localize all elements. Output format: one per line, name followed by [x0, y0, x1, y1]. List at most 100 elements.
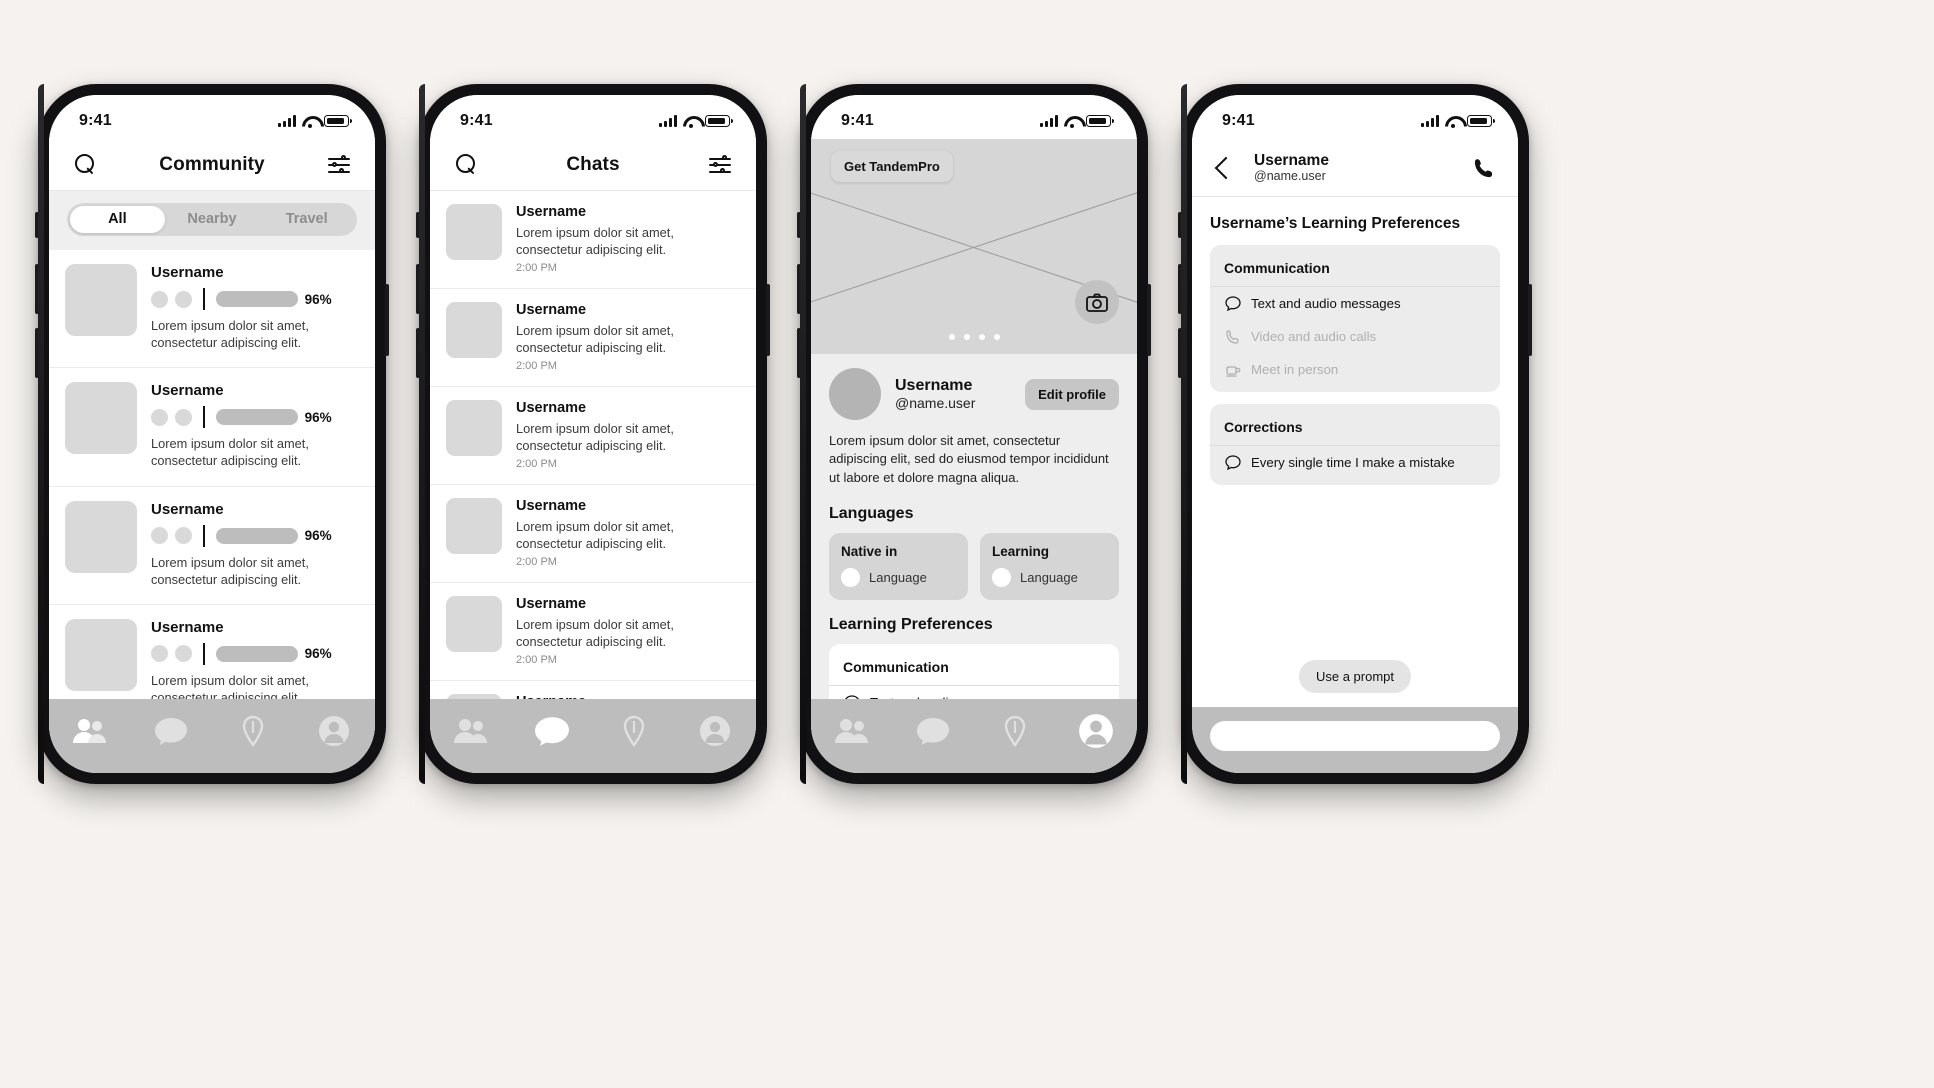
silent-switch[interactable] — [1178, 212, 1182, 238]
status-bar: 9:41 — [430, 95, 756, 139]
silent-switch[interactable] — [797, 212, 801, 238]
volume-down-button[interactable] — [416, 328, 420, 378]
match-meta: 96% — [151, 288, 359, 310]
tab-discover[interactable] — [993, 712, 1037, 750]
tab-chats[interactable] — [911, 712, 955, 750]
silent-switch[interactable] — [416, 212, 420, 238]
chat-list-item[interactable]: Username Lorem ipsum dolor sit amet, con… — [430, 583, 756, 682]
avatar — [446, 498, 502, 555]
match-progress-bar — [215, 291, 298, 307]
segment-travel[interactable]: Travel — [259, 206, 354, 233]
chats-list[interactable]: Username Lorem ipsum dolor sit amet, con… — [430, 191, 756, 699]
filter-button[interactable] — [706, 151, 734, 179]
preference-item[interactable]: Every single time I make a mistake — [1210, 446, 1500, 479]
tab-discover[interactable] — [612, 712, 656, 750]
language-flag-icon — [151, 527, 168, 545]
status-clock: 9:41 — [79, 112, 112, 129]
tab-profile[interactable] — [1074, 712, 1118, 750]
segment-all[interactable]: All — [70, 206, 165, 233]
chat-list-item[interactable]: Username Lorem ipsum dolor sit amet, con… — [430, 485, 756, 584]
silent-switch[interactable] — [35, 212, 39, 238]
battery-icon — [1467, 115, 1495, 127]
preference-item[interactable]: Meet in person — [1210, 353, 1500, 386]
tab-discover[interactable] — [231, 712, 275, 750]
tab-chats[interactable] — [149, 712, 193, 750]
search-button[interactable] — [71, 151, 99, 179]
tab-profile[interactable] — [693, 712, 737, 750]
message-input[interactable] — [1210, 721, 1500, 751]
community-list-item[interactable]: Username 96% Lorem ipsum dolor sit amet,… — [49, 250, 375, 369]
match-meta: 96% — [151, 406, 359, 429]
tab-community[interactable] — [68, 712, 112, 750]
volume-up-button[interactable] — [416, 264, 420, 314]
chat-list-item[interactable]: Username Lorem ipsum dolor sit amet, con… — [430, 387, 756, 486]
avatar[interactable] — [829, 368, 881, 420]
segment-nearby[interactable]: Nearby — [165, 206, 260, 233]
preferences-card: Corrections Every single time I make a m… — [1210, 404, 1500, 485]
language-name: Language — [869, 570, 927, 586]
filter-button[interactable] — [325, 151, 353, 179]
preference-item[interactable]: Text and audio messages — [829, 686, 1119, 699]
back-button[interactable] — [1212, 154, 1240, 182]
use-a-prompt-button[interactable]: Use a prompt — [1298, 660, 1412, 693]
community-list-item[interactable]: Username 96% Lorem ipsum dolor sit amet,… — [49, 487, 375, 605]
volume-down-button[interactable] — [35, 328, 39, 378]
chat-list-item[interactable]: Username Lorem ipsum dolor sit amet, con… — [430, 681, 756, 699]
profile-content[interactable]: Username @name.user Edit profile Lorem i… — [811, 354, 1137, 699]
tab-profile[interactable] — [312, 712, 356, 750]
username-label: Username — [151, 264, 224, 281]
call-button[interactable] — [1470, 154, 1498, 182]
community-list-item[interactable]: Username 96% Lorem ipsum dolor sit amet,… — [49, 605, 375, 699]
search-button[interactable] — [452, 151, 480, 179]
message-composer[interactable] — [1192, 707, 1518, 773]
username-label: Username — [151, 382, 224, 400]
camera-icon — [1086, 293, 1108, 312]
language-card-learning[interactable]: Learning Language — [980, 533, 1119, 601]
edit-profile-button[interactable]: Edit profile — [1025, 378, 1119, 410]
volume-up-button[interactable] — [35, 264, 39, 314]
tab-bar[interactable] — [430, 699, 756, 773]
screen-chats: 9:41 Chats Username Lorem ipsum dolor si… — [430, 95, 756, 773]
chat-list-item[interactable]: Username Lorem ipsum dolor sit amet, con… — [430, 191, 756, 290]
volume-up-button[interactable] — [797, 264, 801, 314]
volume-down-button[interactable] — [797, 328, 801, 378]
learning-preferences-view[interactable]: Username’s Learning Preferences Communic… — [1192, 197, 1518, 707]
power-button[interactable] — [385, 284, 389, 356]
change-photo-button[interactable] — [1075, 280, 1119, 324]
wifi-icon — [1445, 115, 1461, 128]
chat-timestamp: 2:00 PM — [516, 458, 557, 471]
community-list-item[interactable]: Username 96% Lorem ipsum dolor sit amet,… — [49, 368, 375, 487]
profile-cover-photo[interactable]: Get TandemPro — [811, 139, 1137, 354]
volume-down-button[interactable] — [1178, 328, 1182, 378]
volume-up-button[interactable] — [1178, 264, 1182, 314]
tab-community[interactable] — [830, 712, 874, 750]
tab-bar[interactable] — [811, 699, 1137, 773]
chat-list-item[interactable]: Username Lorem ipsum dolor sit amet, con… — [430, 289, 756, 388]
language-card-native[interactable]: Native in Language — [829, 533, 968, 601]
power-button[interactable] — [1147, 284, 1151, 356]
preference-item[interactable]: Video and audio calls — [1210, 320, 1500, 353]
chat-username: Username — [516, 204, 587, 220]
community-list[interactable]: Username 96% Lorem ipsum dolor sit amet,… — [49, 250, 375, 699]
carousel-dots[interactable] — [811, 334, 1137, 340]
chat-username: Username — [516, 498, 587, 515]
status-clock: 9:41 — [460, 112, 493, 129]
segmented-control[interactable]: All Nearby Travel — [67, 203, 357, 236]
bio-snippet: Lorem ipsum dolor sit amet, consectetur … — [151, 436, 309, 469]
preference-item[interactable]: Text and audio messages — [1210, 287, 1500, 320]
language-flag-icon — [992, 568, 1011, 588]
chat-username: Username — [516, 596, 587, 613]
status-bar: 9:41 — [811, 95, 1137, 139]
tab-community[interactable] — [449, 712, 493, 750]
get-tandempro-button[interactable]: Get TandemPro — [831, 151, 953, 182]
phone-chat-detail: 9:41 Username @name.user Username’s Lear… — [1178, 84, 1532, 784]
tab-chats[interactable] — [530, 712, 574, 750]
status-indicators — [1421, 115, 1495, 128]
avatar — [446, 400, 502, 457]
power-button[interactable] — [1528, 284, 1532, 356]
language-flag-icon — [175, 408, 192, 426]
divider — [203, 406, 205, 429]
preferences-title: Username’s Learning Preferences — [1210, 215, 1461, 232]
tab-bar[interactable] — [49, 699, 375, 773]
power-button[interactable] — [766, 284, 770, 356]
